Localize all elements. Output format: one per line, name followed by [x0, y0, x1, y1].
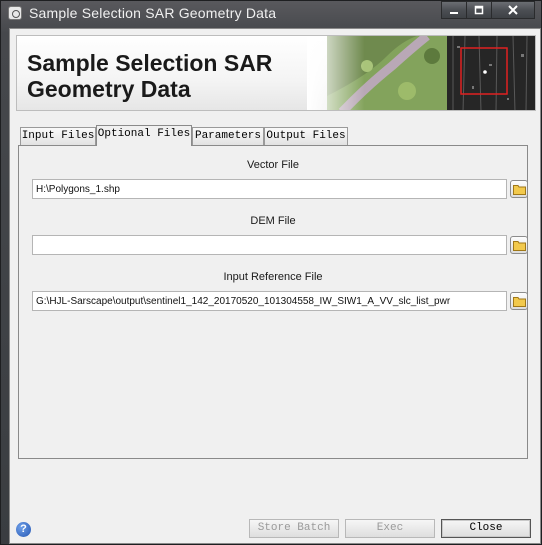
banner-title-line-2: Geometry Data	[27, 76, 191, 102]
input-reference-file-label: Input Reference File	[223, 271, 323, 283]
sar-banner-image	[307, 36, 535, 110]
tab-optional-files[interactable]: Optional Files	[96, 125, 192, 146]
folder-icon	[513, 185, 526, 195]
input-reference-file-browse-button[interactable]	[510, 292, 528, 310]
app-window: Sample Selection SAR Geometry Data Sampl…	[0, 0, 542, 545]
dem-file-browse-button[interactable]	[510, 236, 528, 254]
window-title: Sample Selection SAR Geometry Data	[29, 5, 277, 21]
maximize-button[interactable]	[466, 1, 492, 19]
minimize-button[interactable]	[441, 1, 467, 19]
banner-title-line-1: Sample Selection SAR	[27, 50, 273, 76]
minimize-icon	[450, 12, 458, 14]
banner-title: Sample Selection SAR Geometry Data	[27, 50, 272, 102]
vector-file-browse-button[interactable]	[510, 180, 528, 198]
optional-files-panel: Vector File DEM File Input Reference Fil…	[18, 145, 528, 459]
tab-parameters[interactable]: Parameters	[192, 127, 264, 145]
close-icon	[508, 5, 518, 15]
title-bar[interactable]: Sample Selection SAR Geometry Data	[1, 1, 541, 27]
vector-file-input[interactable]	[32, 179, 507, 199]
folder-icon	[513, 241, 526, 251]
header-banner: Sample Selection SAR Geometry Data	[16, 35, 536, 111]
dem-file-label: DEM File	[250, 215, 296, 227]
help-icon[interactable]: ?	[16, 522, 31, 537]
folder-icon	[513, 297, 526, 307]
close-button[interactable]: Close	[441, 519, 531, 538]
close-window-button[interactable]	[491, 1, 535, 19]
dem-file-input[interactable]	[32, 235, 507, 255]
input-reference-file-input[interactable]	[32, 291, 507, 311]
exec-button[interactable]: Exec	[345, 519, 435, 538]
tab-output-files[interactable]: Output Files	[264, 127, 348, 145]
store-batch-button[interactable]: Store Batch	[249, 519, 339, 538]
app-icon	[8, 6, 22, 20]
window-controls	[441, 1, 535, 20]
vector-file-label: Vector File	[247, 159, 299, 171]
tab-input-files[interactable]: Input Files	[20, 127, 96, 145]
maximize-icon	[474, 5, 484, 15]
dialog-body: Sample Selection SAR Geometry Data Input…	[9, 28, 541, 544]
